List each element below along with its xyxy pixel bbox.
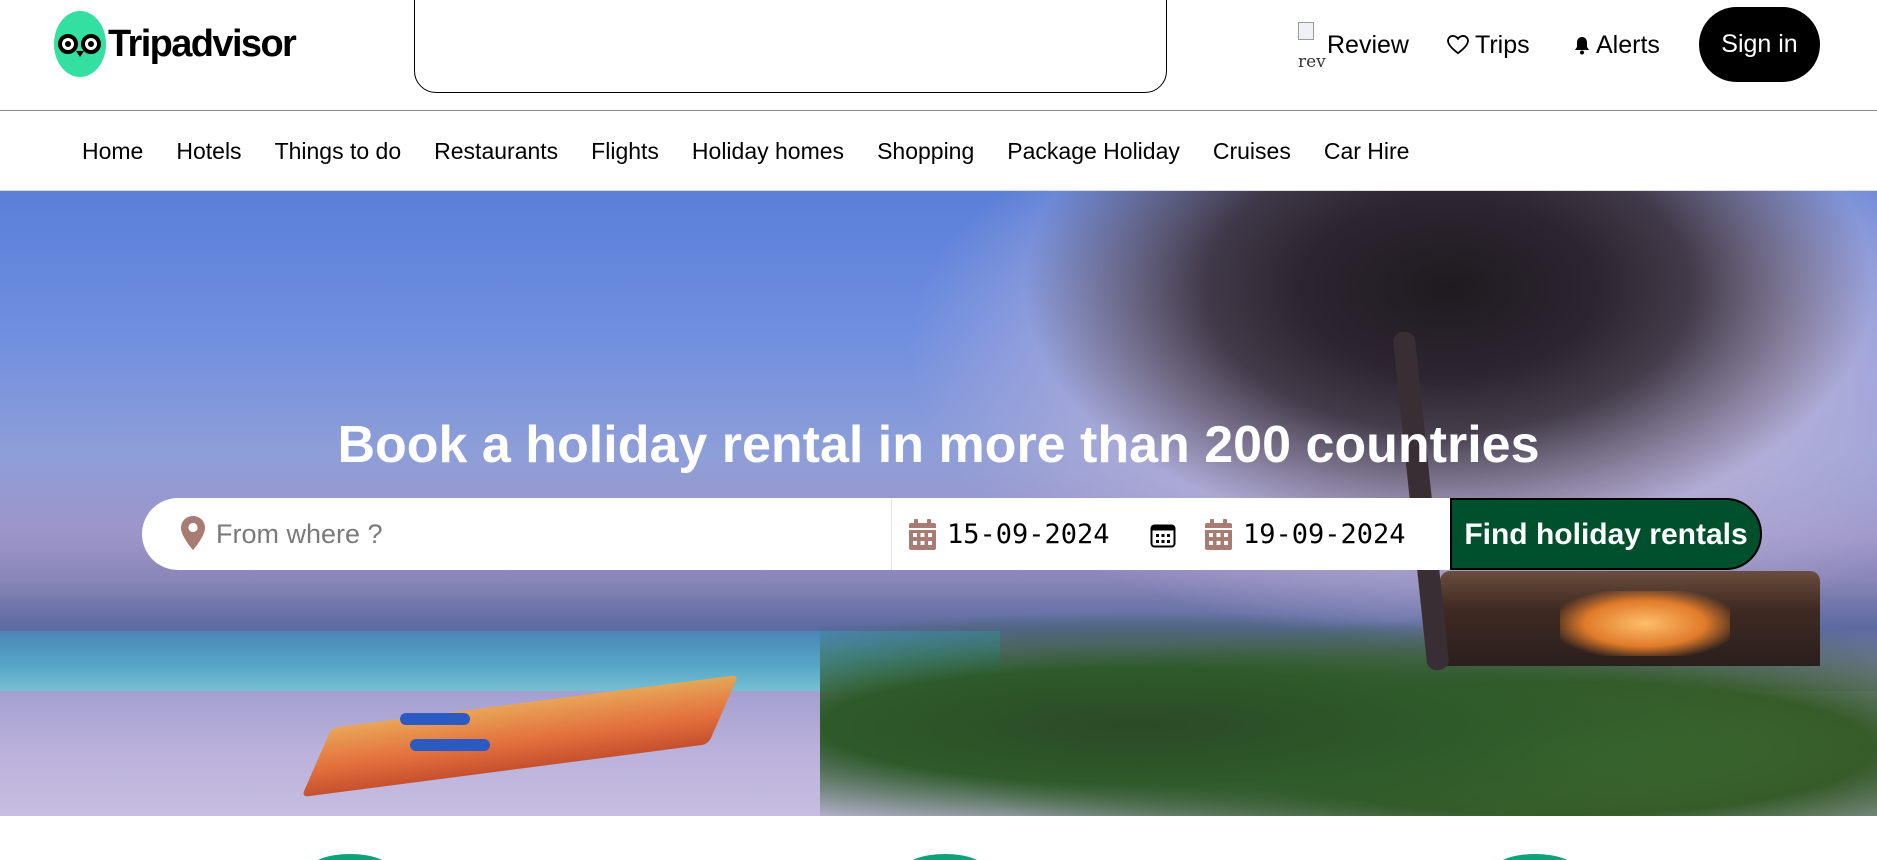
category-nav-list: Home Hotels Things to do Restaurants Flights… bbox=[82, 138, 1442, 165]
check-in-date[interactable]: 15-09-2024 bbox=[908, 498, 1110, 570]
calendar-icon bbox=[1205, 518, 1232, 550]
review-label: Review bbox=[1327, 30, 1409, 59]
section-icon-circle bbox=[905, 854, 985, 860]
nav-item-flights[interactable]: Flights bbox=[591, 138, 659, 165]
hero-cushion bbox=[400, 713, 470, 725]
top-header: Tripadvisor rev Review Trips Alerts Sign… bbox=[0, 0, 1877, 111]
nav-item-shopping[interactable]: Shopping bbox=[877, 138, 974, 165]
logo-text: Tripadvisor bbox=[108, 22, 297, 65]
hero-banner: Book a holiday rental in more than 200 c… bbox=[0, 191, 1877, 816]
tripadvisor-logo[interactable]: Tripadvisor bbox=[54, 10, 297, 78]
alerts-label: Alerts bbox=[1596, 30, 1660, 59]
hero-title: Book a holiday rental in more than 200 c… bbox=[337, 416, 1540, 474]
nav-item-package-holiday[interactable]: Package Holiday bbox=[1007, 138, 1180, 165]
where-field bbox=[142, 498, 892, 570]
sign-in-button[interactable]: Sign in bbox=[1699, 7, 1820, 82]
next-section bbox=[0, 816, 1877, 860]
heart-icon bbox=[1447, 35, 1469, 55]
date-range: 15-09-2024 19-09-2024 bbox=[892, 498, 1452, 570]
trips-label: Trips bbox=[1475, 30, 1530, 59]
rental-search-form: 15-09-2024 19-09-2024 Fin bbox=[142, 498, 1762, 570]
review-image-broken-icon: rev bbox=[1298, 18, 1327, 73]
nav-item-cruises[interactable]: Cruises bbox=[1213, 138, 1291, 165]
calendar-picker-icon[interactable] bbox=[1150, 522, 1176, 548]
hero-hut-light bbox=[1560, 591, 1730, 656]
review-link[interactable]: rev Review bbox=[1298, 0, 1409, 90]
calendar-icon bbox=[909, 518, 936, 550]
bell-icon bbox=[1575, 36, 1589, 54]
nav-item-things-to-do[interactable]: Things to do bbox=[275, 138, 402, 165]
where-input[interactable] bbox=[216, 498, 876, 570]
hero-cushion bbox=[410, 739, 490, 751]
check-in-value: 15-09-2024 bbox=[947, 518, 1110, 550]
category-nav: Home Hotels Things to do Restaurants Flights… bbox=[0, 111, 1877, 191]
search-input[interactable] bbox=[414, 0, 1167, 93]
nav-item-hotels[interactable]: Hotels bbox=[176, 138, 241, 165]
check-out-date[interactable]: 19-09-2024 bbox=[1204, 498, 1406, 570]
nav-item-car-hire[interactable]: Car Hire bbox=[1324, 138, 1410, 165]
nav-item-home[interactable]: Home bbox=[82, 138, 143, 165]
nav-item-restaurants[interactable]: Restaurants bbox=[434, 138, 558, 165]
nav-item-holiday-homes[interactable]: Holiday homes bbox=[692, 138, 844, 165]
location-pin-icon bbox=[181, 516, 205, 550]
find-holiday-rentals-button[interactable]: Find holiday rentals bbox=[1450, 498, 1762, 570]
trips-link[interactable]: Trips bbox=[1447, 0, 1530, 90]
owl-logo-icon bbox=[54, 11, 106, 77]
alerts-link[interactable]: Alerts bbox=[1574, 0, 1660, 90]
check-out-value: 19-09-2024 bbox=[1243, 518, 1406, 550]
section-icon-circle bbox=[310, 854, 390, 860]
hero-palm-leaves bbox=[1020, 191, 1877, 541]
section-icon-circle bbox=[1495, 854, 1575, 860]
